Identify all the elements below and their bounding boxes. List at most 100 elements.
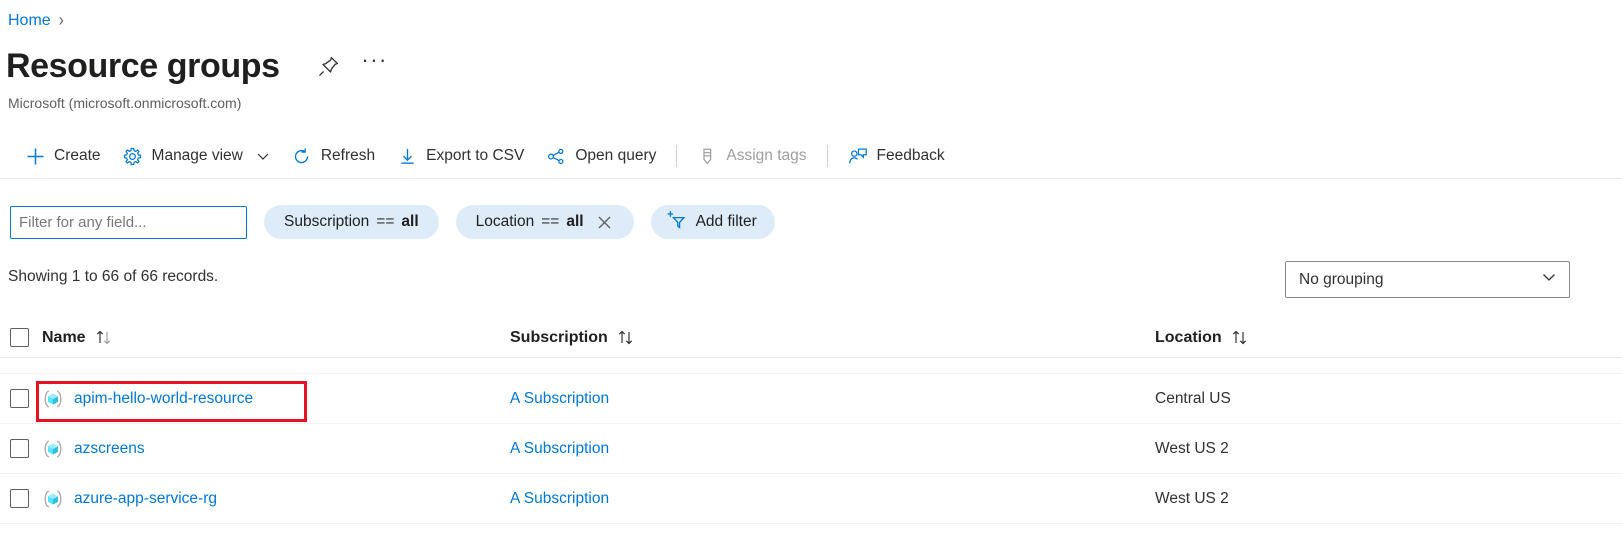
resource-group-link[interactable]: azure-app-service-rg xyxy=(74,490,217,508)
location-text: Central US xyxy=(1155,389,1231,407)
refresh-icon xyxy=(292,146,312,166)
filter-pill-location-field: Location xyxy=(475,213,535,230)
subscription-link[interactable]: A Subscription xyxy=(510,440,609,458)
records-summary: Showing 1 to 66 of 66 records. xyxy=(8,268,219,285)
page-subtitle: Microsoft (microsoft.onmicrosoft.com) xyxy=(8,95,242,111)
resource-groups-table: Name Subscription Location apim-hello-wo… xyxy=(0,318,1622,537)
table-body: apim-hello-world-resource A Subscription… xyxy=(0,358,1622,524)
row-subscription-cell: A Subscription xyxy=(510,440,1155,458)
pin-icon[interactable] xyxy=(316,53,342,79)
chevron-down-icon xyxy=(256,149,270,163)
location-text: West US 2 xyxy=(1155,489,1229,507)
title-row: Resource groups ··· xyxy=(6,44,388,88)
resource-group-icon xyxy=(42,438,64,460)
export-csv-label: Export to CSV xyxy=(426,147,525,164)
row-checkbox[interactable] xyxy=(10,389,29,408)
add-filter-button[interactable]: Add filter xyxy=(650,205,775,239)
row-checkbox[interactable] xyxy=(10,489,29,508)
row-location-cell: Central US xyxy=(1155,390,1622,408)
toolbar-divider xyxy=(676,145,678,167)
table-row[interactable]: apim-hello-world-resource A Subscription… xyxy=(0,374,1622,424)
row-name-cell: apim-hello-world-resource xyxy=(42,388,510,410)
column-header-subscription-label: Subscription xyxy=(510,328,608,346)
row-name-cell: azure-app-service-rg xyxy=(42,488,510,510)
grouping-select[interactable]: No grouping xyxy=(1285,261,1570,298)
chevron-down-icon xyxy=(1541,269,1557,290)
ellipsis-icon[interactable]: ··· xyxy=(361,47,388,79)
feedback-button[interactable]: Feedback xyxy=(837,138,956,174)
assign-tags-button[interactable]: Assign tags xyxy=(686,138,817,174)
table-row[interactable]: azure-app-service-rg A Subscription West… xyxy=(0,474,1622,524)
manage-view-label: Manage view xyxy=(151,147,243,164)
row-select-cell xyxy=(10,389,42,408)
plus-icon xyxy=(25,146,45,166)
row-name-cell xyxy=(42,358,510,360)
filter-pill-subscription-operator: == xyxy=(376,213,395,230)
sort-icon xyxy=(617,329,637,346)
filter-bar: Subscription == all Location == all xyxy=(0,198,1622,246)
table-row[interactable] xyxy=(0,358,1622,374)
filter-pill-location-operator: == xyxy=(541,213,560,230)
row-subscription-cell: A Subscription xyxy=(510,390,1155,408)
row-select-cell xyxy=(10,439,42,458)
toolbar-divider-2 xyxy=(826,145,828,167)
row-subscription-cell: A Subscription xyxy=(510,490,1155,508)
row-name-cell: azscreens xyxy=(42,438,510,460)
feedback-person-icon xyxy=(848,146,868,166)
add-filter-label: Add filter xyxy=(695,213,757,230)
filter-pill-location[interactable]: Location == all xyxy=(455,205,634,239)
add-filter-icon xyxy=(665,210,687,235)
assign-tags-label: Assign tags xyxy=(726,147,807,164)
column-header-name-label: Name xyxy=(42,328,86,346)
subscription-link[interactable]: A Subscription xyxy=(510,390,609,408)
row-location-cell: West US 2 xyxy=(1155,440,1622,458)
tag-icon xyxy=(697,146,717,166)
resource-group-link[interactable]: apim-hello-world-resource xyxy=(74,390,253,408)
row-location-cell: West US 2 xyxy=(1155,490,1622,508)
filter-pill-location-value: all xyxy=(566,213,584,230)
export-csv-button[interactable]: Export to CSV xyxy=(386,138,535,174)
table-row[interactable]: azscreens A Subscription West US 2 xyxy=(0,424,1622,474)
open-query-label: Open query xyxy=(575,147,657,164)
search-input[interactable] xyxy=(10,205,247,239)
resource-group-icon xyxy=(42,358,64,360)
refresh-label: Refresh xyxy=(320,147,376,164)
table-header-row: Name Subscription Location xyxy=(0,318,1622,358)
breadcrumb: Home › xyxy=(8,10,64,32)
column-header-location-label: Location xyxy=(1155,328,1222,346)
resource-group-link[interactable]: azscreens xyxy=(74,440,145,458)
row-select-cell xyxy=(10,489,42,508)
query-graph-icon xyxy=(546,146,566,166)
column-header-subscription[interactable]: Subscription xyxy=(510,329,1155,347)
gear-icon xyxy=(123,146,143,166)
breadcrumb-separator-icon: › xyxy=(58,9,64,31)
manage-view-button[interactable]: Manage view xyxy=(112,138,281,174)
filter-pill-subscription[interactable]: Subscription == all xyxy=(264,205,439,239)
open-query-button[interactable]: Open query xyxy=(535,138,667,174)
sort-icon xyxy=(1231,329,1251,346)
subscription-link[interactable]: A Subscription xyxy=(510,490,609,508)
breadcrumb-home-link[interactable]: Home xyxy=(8,10,51,32)
refresh-button[interactable]: Refresh xyxy=(281,138,386,174)
resource-group-icon xyxy=(42,488,64,510)
filter-pill-subscription-value: all xyxy=(401,213,419,230)
select-all-checkbox[interactable] xyxy=(10,328,29,347)
table-body-scroll[interactable]: apim-hello-world-resource A Subscription… xyxy=(0,358,1622,537)
close-icon[interactable] xyxy=(596,213,614,231)
page-title: Resource groups xyxy=(6,47,280,85)
row-checkbox[interactable] xyxy=(10,439,29,458)
grouping-value: No grouping xyxy=(1299,270,1384,288)
select-all-cell xyxy=(10,328,42,347)
column-header-name[interactable]: Name xyxy=(42,329,510,347)
command-bar: Create Manage view Refresh Export to CSV… xyxy=(0,134,1622,179)
create-label: Create xyxy=(54,147,101,164)
resource-group-icon xyxy=(42,388,64,410)
filter-pill-subscription-field: Subscription xyxy=(284,213,370,230)
location-text: West US 2 xyxy=(1155,439,1229,457)
column-header-location[interactable]: Location xyxy=(1155,329,1622,347)
create-button[interactable]: Create xyxy=(14,138,112,174)
feedback-label: Feedback xyxy=(876,147,945,164)
azure-resource-groups-page: Home › Resource groups ··· Microsoft (mi… xyxy=(0,0,1622,537)
download-icon xyxy=(397,146,417,166)
sort-icon xyxy=(95,329,115,346)
